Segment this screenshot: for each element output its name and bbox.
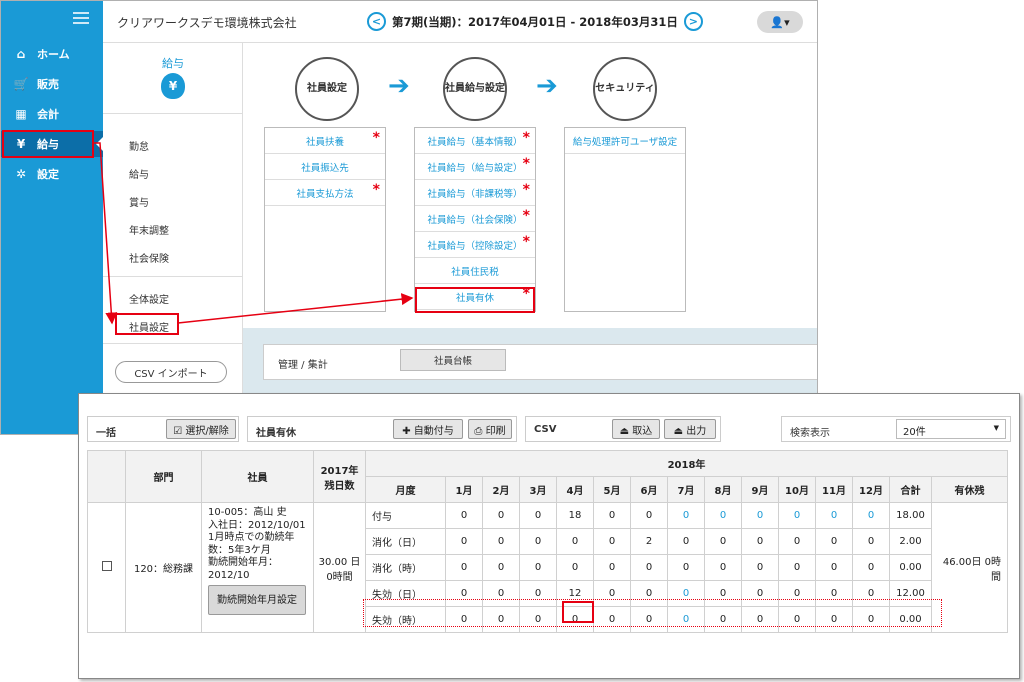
month-value-cell[interactable]: 0	[593, 502, 631, 529]
month-value-cell[interactable]: 0	[778, 502, 816, 529]
month-value-cell[interactable]: 0	[482, 502, 520, 529]
row-type-label: 付与	[365, 502, 446, 529]
month-value-cell[interactable]: 0	[704, 528, 742, 555]
csv-group: CSV ⏏ 取込 ⏏ 出力	[525, 416, 721, 442]
table-row: 120：総務課 10-005：高山 史入社日：2012/10/01 1月時点での勤続…	[87, 502, 1008, 633]
month-value-cell[interactable]: 0	[556, 554, 594, 581]
month-value-cell[interactable]: 0	[667, 502, 705, 529]
header-month-type: 月度	[365, 476, 446, 503]
month-value-cell[interactable]: 0	[482, 554, 520, 581]
header-month: 1月	[445, 476, 483, 503]
auto-grant-button[interactable]: ✚ 自動付与	[393, 419, 463, 439]
month-value-cell[interactable]: 0	[667, 554, 705, 581]
highlight-expired-april	[562, 601, 594, 623]
employee-info-line: 1月時点での勤続年数：5年3ケ月	[208, 532, 295, 556]
caret-down-icon: ▼	[993, 424, 999, 432]
month-value-cell[interactable]: 2	[630, 528, 668, 555]
header-remain-2017: 2017年 残日数	[313, 450, 366, 503]
header-total: 合計	[889, 476, 932, 503]
month-value-cell[interactable]: 0	[852, 502, 890, 529]
header-month: 4月	[556, 476, 594, 503]
month-value-cell[interactable]: 0	[519, 554, 557, 581]
month-value-cell[interactable]: 0	[741, 554, 779, 581]
search-display-group: 検索表示 20件 ▼	[781, 416, 1011, 442]
month-value-cell[interactable]: 0	[482, 528, 520, 555]
header-month: 3月	[519, 476, 557, 503]
header-month: 7月	[667, 476, 705, 503]
employee-info-line: 入社日：2012/10/01	[208, 519, 306, 531]
month-value-cell[interactable]: 0	[778, 554, 816, 581]
header-dept: 部門	[125, 450, 202, 503]
header-year: 2018年	[365, 450, 1008, 477]
row-checkbox[interactable]	[101, 561, 112, 571]
month-value-cell[interactable]: 0	[741, 528, 779, 555]
set-service-start-button[interactable]: 勤続開始年月設定	[208, 585, 306, 615]
header-balance: 有休残	[931, 476, 1008, 503]
bulk-group: 一括 ☑ 選択/解除	[87, 416, 239, 442]
balance-cell: 46.00日 0時間	[931, 502, 1008, 633]
paid-leave-window: 一括 ☑ 選択/解除 社員有休 ✚ 自動付与 ⎙ 印刷 CSV ⏏ 取込 ⏏ 出…	[78, 393, 1020, 679]
month-value-cell[interactable]: 0	[445, 554, 483, 581]
month-value-cell[interactable]: 0	[519, 528, 557, 555]
row-type-label: 消化（日）	[365, 528, 446, 555]
month-value-cell[interactable]: 0	[445, 528, 483, 555]
page-size-select[interactable]: 20件 ▼	[896, 419, 1006, 439]
month-value-cell[interactable]: 0	[593, 528, 631, 555]
print-button[interactable]: ⎙ 印刷	[468, 419, 512, 439]
header-month: 10月	[778, 476, 816, 503]
header-month: 12月	[852, 476, 890, 503]
header-month: 9月	[741, 476, 779, 503]
month-value-cell[interactable]: 0	[593, 554, 631, 581]
month-value-cell[interactable]: 0	[778, 528, 816, 555]
month-value-cell[interactable]: 0	[815, 502, 853, 529]
employee-info-line: 勤続開始年月：2012/10	[208, 557, 278, 581]
header-employee: 社員	[201, 450, 314, 503]
search-display-label: 検索表示	[790, 428, 830, 439]
month-value-cell[interactable]: 0	[815, 554, 853, 581]
csv-label: CSV	[534, 424, 557, 435]
row-checkbox-cell	[87, 502, 126, 633]
header-month: 11月	[815, 476, 853, 503]
month-value-cell[interactable]: 0	[556, 528, 594, 555]
paid-leave-group: 社員有休 ✚ 自動付与 ⎙ 印刷	[247, 416, 517, 442]
dept-cell: 120：総務課	[125, 502, 202, 633]
total-cell: 0.00	[889, 554, 932, 581]
header-month: 8月	[704, 476, 742, 503]
header-month: 2月	[482, 476, 520, 503]
month-value-cell[interactable]: 0	[519, 502, 557, 529]
bulk-label: 一括	[96, 428, 116, 439]
total-cell: 2.00	[889, 528, 932, 555]
month-value-cell[interactable]: 0	[445, 502, 483, 529]
employee-info-line: 10-005：高山 史	[208, 507, 287, 518]
select-toggle-button[interactable]: ☑ 選択/解除	[166, 419, 236, 439]
highlight-expired-row	[363, 599, 942, 627]
row-type-label: 消化（時）	[365, 554, 446, 581]
month-value-cell[interactable]: 0	[852, 554, 890, 581]
month-value-cell[interactable]: 0	[852, 528, 890, 555]
checkbox-header	[87, 450, 126, 503]
remain-2017-cell: 30.00 日 0時間	[313, 502, 366, 633]
month-value-cell[interactable]: 0	[667, 528, 705, 555]
month-value-cell[interactable]: 0	[704, 502, 742, 529]
month-value-cell[interactable]: 0	[630, 554, 668, 581]
header-month: 6月	[630, 476, 668, 503]
month-value-cell[interactable]: 0	[704, 554, 742, 581]
csv-import-button[interactable]: ⏏ 取込	[612, 419, 660, 439]
month-value-cell[interactable]: 0	[630, 502, 668, 529]
month-value-cell[interactable]: 18	[556, 502, 594, 529]
csv-export-button[interactable]: ⏏ 出力	[664, 419, 716, 439]
employee-cell: 10-005：高山 史入社日：2012/10/01 1月時点での勤続年数：5年3ケ…	[201, 502, 314, 633]
paid-leave-label: 社員有休	[256, 428, 296, 439]
header-month: 5月	[593, 476, 631, 503]
total-cell: 18.00	[889, 502, 932, 529]
month-value-cell[interactable]: 0	[741, 502, 779, 529]
month-value-cell[interactable]: 0	[815, 528, 853, 555]
